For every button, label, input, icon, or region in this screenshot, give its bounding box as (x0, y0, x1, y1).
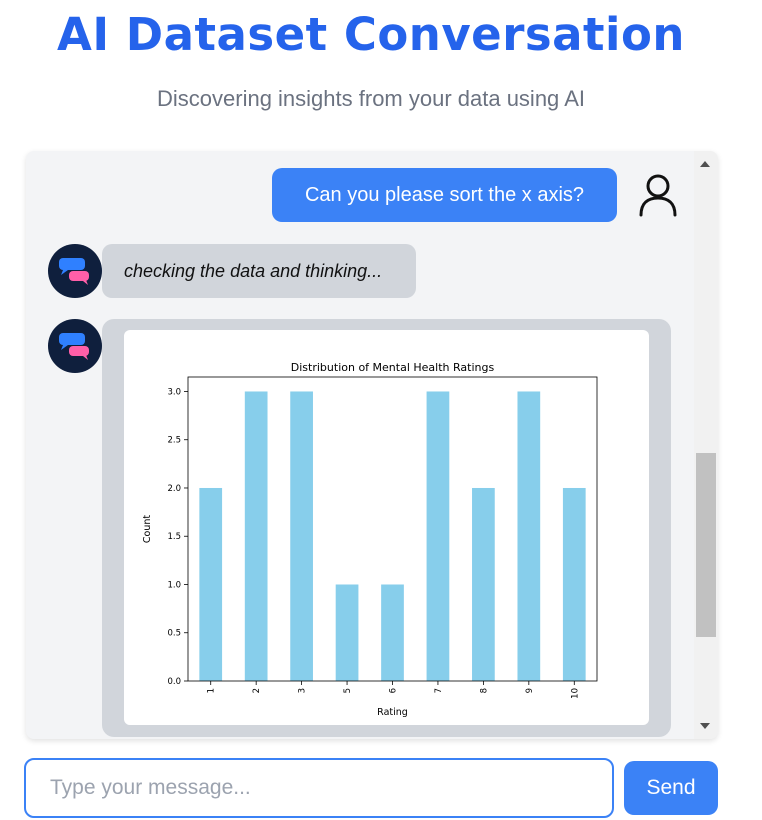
chart-title: Distribution of Mental Health Ratings (291, 361, 495, 374)
y-tick-label: 2.0 (167, 484, 181, 494)
scroll-up-arrow-icon[interactable] (700, 161, 710, 167)
x-tick-label: 6 (389, 688, 399, 693)
y-tick-label: 3.0 (167, 387, 181, 397)
bar-chart: 1 2 3 5 6 7 8 9 10 0.0 0.5 1.0 1.5 2.0 2.5 3.0 Distribut… (142, 361, 598, 718)
y-tick-label: 2.5 (167, 436, 181, 446)
chart-bar (244, 391, 268, 681)
page-subtitle: Discovering insights from your data usin… (157, 86, 585, 111)
x-tick-label: 1 (207, 688, 217, 693)
y-tick-label: 1.5 (167, 532, 181, 542)
chart-bar (381, 584, 404, 681)
chart-bar (335, 584, 359, 681)
user-icon (639, 174, 677, 217)
x-tick-label: 10 (570, 688, 580, 699)
y-tick-label: 0.0 (167, 677, 181, 687)
bot-thinking-bubble: checking the data and thinking... (102, 244, 416, 298)
chat-bubbles-icon (59, 333, 89, 360)
x-tick-label: 9 (525, 688, 535, 693)
chart-bar (290, 391, 313, 681)
message-input[interactable] (24, 758, 614, 818)
chat-window[interactable]: Can you please sort the x axis? checking… (26, 151, 718, 739)
x-tick-label: 5 (343, 688, 353, 693)
x-tick-label: 3 (298, 688, 308, 693)
message-composer: Send (24, 758, 718, 818)
chart-bar (426, 391, 450, 681)
chat-bubbles-icon (59, 258, 89, 285)
y-tick-label: 1.0 (167, 580, 181, 590)
scrollbar-thumb[interactable] (696, 453, 716, 637)
x-tick-label: 8 (479, 688, 489, 693)
bot-avatar (48, 244, 102, 298)
user-message-bubble: Can you please sort the x axis? (272, 168, 617, 222)
chart-bar (472, 487, 495, 681)
chart-image: 1 2 3 5 6 7 8 9 10 0.0 0.5 1.0 1.5 2.0 2.5 3.0 Distribut… (124, 330, 649, 725)
bot-chart-bubble: 1 2 3 5 6 7 8 9 10 0.0 0.5 1.0 1.5 2.0 2.5 3.0 Distribut… (102, 319, 671, 737)
page-title: AI Dataset Conversation (57, 8, 685, 61)
x-axis-label: Rating (377, 707, 408, 718)
send-button[interactable]: Send (624, 761, 718, 815)
chart-bar (199, 487, 223, 681)
x-tick-label: 7 (434, 688, 444, 693)
chat-scrollbar[interactable] (694, 151, 718, 739)
chart-bar (517, 391, 541, 681)
x-tick-label: 2 (252, 688, 262, 693)
bot-avatar (48, 319, 102, 373)
scroll-down-arrow-icon[interactable] (700, 723, 710, 729)
chart-bar (562, 487, 586, 681)
y-tick-label: 0.5 (167, 629, 181, 639)
y-axis-label: Count (142, 515, 153, 543)
